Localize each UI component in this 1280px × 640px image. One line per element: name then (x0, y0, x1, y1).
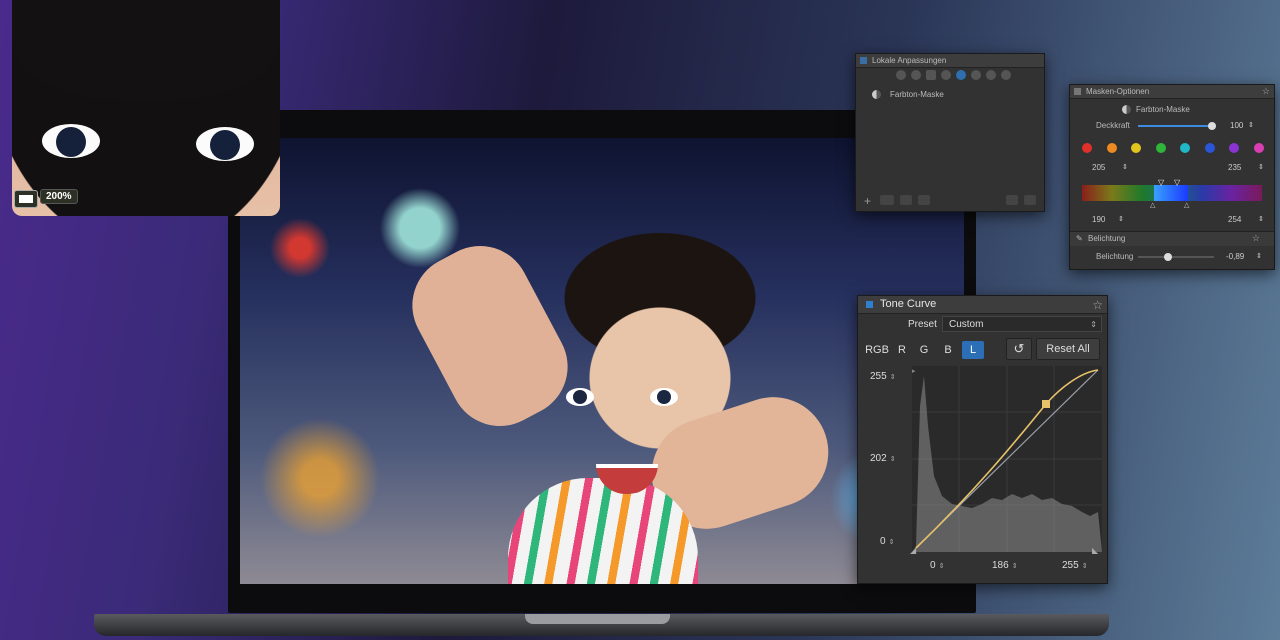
zoom-eye-left (42, 124, 100, 158)
zoom-level-badge[interactable]: 200% (40, 189, 78, 204)
hue-swatch[interactable] (1106, 143, 1117, 153)
opacity-slider-fill (1138, 125, 1212, 127)
channel-l[interactable]: L (962, 341, 984, 359)
add-mask-icon[interactable]: + (864, 194, 871, 208)
channel-r[interactable]: R (894, 341, 910, 359)
favorite-star-icon[interactable]: ☆ (1252, 233, 1260, 244)
tone-curve-panel: Tone Curve ☆ Preset Custom ⇕ RGB R G B L … (857, 295, 1108, 584)
reset-all-button[interactable]: Reset All (1036, 338, 1100, 360)
hue-swatch[interactable] (1204, 143, 1215, 153)
channel-g[interactable]: G (916, 341, 932, 359)
gradient-tool-icon[interactable] (911, 70, 921, 80)
photo-eye-left (566, 388, 594, 406)
delete-mask-icon[interactable] (1024, 195, 1036, 205)
favorite-star-icon[interactable]: ☆ (1262, 85, 1270, 98)
mask-type-icon (1122, 105, 1131, 114)
mask-options-title: Masken-Optionen ☆ (1070, 85, 1274, 99)
black-point-handle-icon[interactable]: ◢ (910, 546, 916, 555)
x-left-field[interactable]: 0 ⇕ (930, 560, 944, 571)
radial-tool-icon[interactable] (941, 70, 951, 80)
mask-options-panel: Masken-Optionen ☆ Farbton-Maske Deckkraft… (1069, 84, 1275, 270)
channel-b[interactable]: B (940, 341, 956, 359)
feather-handle-icon[interactable]: △ (1184, 201, 1189, 209)
hue-swatch[interactable] (1131, 143, 1141, 153)
feather-handle-icon[interactable]: △ (1150, 201, 1155, 209)
hue-range-right-bottom[interactable]: 254 (1228, 215, 1241, 224)
mask-list-item[interactable]: Farbton-Maske (890, 90, 944, 99)
zoom-eye-right (196, 127, 254, 161)
hue-range-left-top[interactable]: 205 (1092, 163, 1105, 172)
y-mid-field[interactable]: 202 ⇕ (870, 453, 896, 464)
hue-range-left-bottom[interactable]: 190 (1092, 215, 1105, 224)
exposure-slider-handle[interactable] (1164, 253, 1172, 261)
magic-wand-icon[interactable] (971, 70, 981, 80)
hue-mask-tool-icon[interactable] (956, 70, 966, 80)
tone-curve-graph[interactable]: ▸ (912, 366, 1102, 552)
mask-settings-icon[interactable] (918, 195, 930, 205)
duplicate-mask-icon[interactable] (880, 195, 894, 205)
zoom-inset (12, 0, 280, 216)
channel-rgb[interactable]: RGB (864, 341, 890, 359)
local-adjustments-panel: Lokale Anpassungen Farbton-Maske + (855, 53, 1045, 212)
opacity-stepper-icon[interactable]: ⇕ (1248, 121, 1254, 129)
x-mid-field[interactable]: 186 ⇕ (992, 560, 1018, 571)
x-right-field[interactable]: 255 ⇕ (1062, 560, 1088, 571)
rect-tool-icon[interactable] (926, 70, 936, 80)
stepper-icon[interactable]: ⇕ (1258, 163, 1264, 171)
hue-swatch[interactable] (1180, 143, 1190, 153)
photo-hand-left (394, 228, 586, 444)
undo-icon[interactable]: ↺ (1006, 338, 1032, 360)
preset-value: Custom (949, 319, 984, 330)
preset-label: Preset (908, 319, 937, 330)
exposure-value[interactable]: -0,89 (1226, 252, 1244, 261)
stepper-icon[interactable]: ⇕ (1258, 215, 1264, 223)
opacity-label: Deckkraft (1096, 121, 1130, 130)
exposure-label: Belichtung (1096, 252, 1134, 261)
opacity-slider-track[interactable] (1138, 125, 1212, 127)
mask-icon (872, 90, 881, 99)
exposure-slider-track[interactable] (1138, 256, 1214, 258)
opacity-value[interactable]: 100 (1230, 121, 1243, 130)
brush-tool-icon[interactable] (896, 70, 906, 80)
hue-range-right-top[interactable]: 235 (1228, 163, 1241, 172)
hue-range-selection (1154, 185, 1188, 201)
stepper-icon[interactable]: ⇕ (1118, 215, 1124, 223)
corner-marker-icon: ▸ (912, 368, 916, 375)
hue-swatch[interactable] (1229, 143, 1239, 153)
stepper-icon[interactable]: ⇕ (1256, 252, 1262, 260)
curve-control-point[interactable] (1042, 400, 1050, 408)
eraser-tool-icon[interactable] (1001, 70, 1011, 80)
y-bottom-field[interactable]: 0 ⇕ (880, 536, 894, 547)
hue-swatch[interactable] (1253, 143, 1264, 153)
mask-name: Farbton-Maske (1136, 105, 1190, 114)
exposure-section-title: Belichtung (1088, 234, 1126, 243)
zoom-hair (12, 0, 280, 100)
dropdown-arrows-icon: ⇕ (1090, 320, 1097, 329)
photo-eye-right (650, 388, 678, 406)
pen-tool-icon[interactable] (986, 70, 996, 80)
opacity-slider-handle[interactable] (1208, 122, 1216, 130)
tone-curve-title: Tone Curve ☆ (858, 296, 1107, 314)
range-handle-icon[interactable]: ▽ (1174, 178, 1180, 187)
favorite-star-icon[interactable]: ☆ (1092, 297, 1103, 314)
exposure-tool-icon: ✎ (1076, 234, 1083, 243)
y-top-field[interactable]: 255 ⇕ (870, 371, 896, 382)
white-point-handle-icon[interactable]: ◣ (1092, 546, 1098, 555)
exposure-section-header[interactable]: ✎ Belichtung ☆ (1070, 231, 1274, 246)
invert-mask-icon[interactable] (900, 195, 912, 205)
reset-mask-icon[interactable] (1006, 195, 1018, 205)
hue-swatch[interactable] (1082, 143, 1092, 153)
hue-swatch[interactable] (1155, 143, 1166, 153)
zoom-toggle-button[interactable] (14, 190, 38, 208)
hue-range-bar[interactable] (1082, 185, 1262, 201)
stepper-icon[interactable]: ⇕ (1122, 163, 1128, 171)
preset-dropdown[interactable]: Custom ⇕ (942, 316, 1102, 332)
local-adjustments-title: Lokale Anpassungen (856, 54, 1044, 68)
laptop-notch (525, 614, 670, 624)
range-handle-icon[interactable]: ▽ (1158, 178, 1164, 187)
